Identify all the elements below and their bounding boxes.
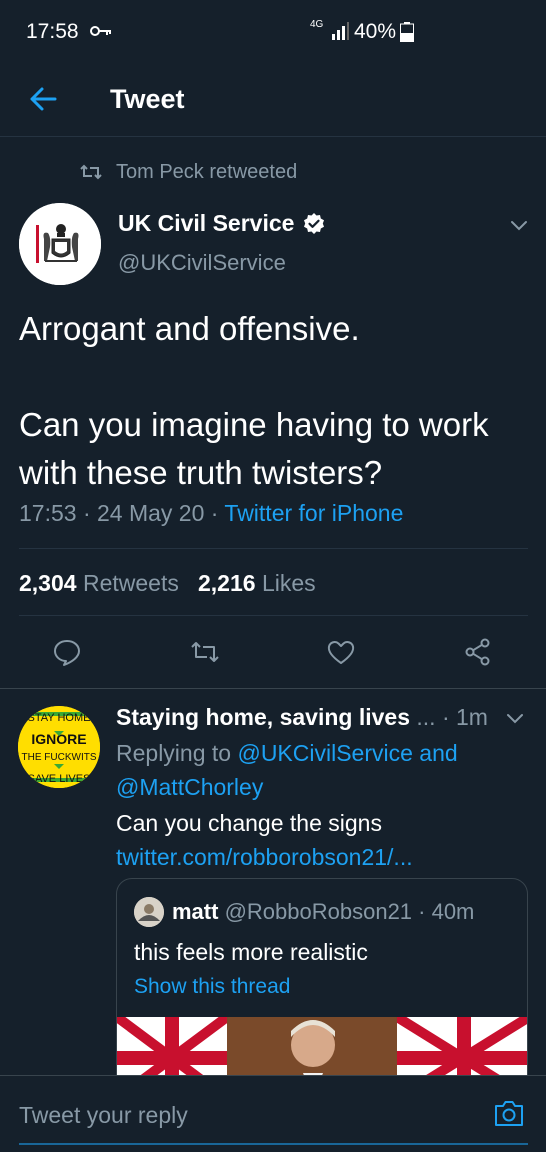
header-divider (0, 136, 546, 137)
app-header: Tweet (0, 64, 546, 136)
chevron-down-icon[interactable] (508, 216, 530, 234)
quoted-tweet[interactable]: matt @RobboRobson21 · 40m this feels mor… (116, 878, 528, 1098)
quote-author-name: matt (172, 899, 219, 924)
avatar-text-3: THE FUCKWITS (22, 752, 97, 763)
quote-author-meta: @RobboRobson21 · 40m (224, 899, 475, 924)
royal-crest-logo (19, 203, 101, 285)
reply-input-underline (19, 1143, 528, 1145)
author-name[interactable]: UK Civil Service (118, 210, 326, 237)
network-type: 4G (310, 19, 324, 30)
page-title: Tweet (110, 84, 185, 114)
reply-header: Staying home, saving lives ... · 1m (116, 704, 488, 731)
stats-divider (19, 615, 528, 616)
tweet-text: Arrogant and offensive. Can you imagine … (19, 305, 534, 497)
replying-to: Replying to @UKCivilService and @MattCho… (116, 736, 526, 804)
battery-percent: 40% (354, 20, 397, 43)
back-arrow-icon[interactable] (28, 84, 58, 114)
author-avatar[interactable] (19, 203, 101, 285)
quote-header: matt @RobboRobson21 · 40m (172, 899, 474, 925)
reply-compose-bar: Tweet your reply (0, 1075, 546, 1152)
reply-text: Can you change the signs twitter.com/rob… (116, 806, 413, 874)
author-handle[interactable]: @UKCivilService (118, 250, 286, 276)
tweet-meta: 17:53 · 24 May 20 · Twitter for iPhone (19, 500, 403, 527)
retweets-stat[interactable]: 2,304 Retweets (19, 570, 179, 596)
tweet-source-link[interactable]: Twitter for iPhone (224, 500, 403, 526)
reply-icon[interactable] (52, 637, 82, 667)
likes-label: Likes (261, 570, 316, 596)
replying-to-prefix: Replying to (116, 740, 238, 766)
vpn-key-icon (90, 26, 111, 36)
quote-author-avatar (134, 897, 164, 927)
tweet-timestamp: 17:53 · 24 May 20 · (19, 500, 225, 526)
avatar-text-1: STAY HOME (28, 712, 91, 724)
share-icon[interactable] (463, 637, 493, 667)
quote-text: this feels more realistic (134, 939, 368, 965)
status-time: 17:58 (26, 20, 79, 43)
reply-chevron-down-icon[interactable] (505, 710, 525, 726)
retweets-label: Retweets (82, 570, 179, 596)
tweet-text-spacer (19, 353, 534, 401)
retweeted-by[interactable]: Tom Peck retweeted (80, 158, 297, 186)
retweets-count: 2,304 (19, 570, 77, 596)
avatar-text-4: SAVE LIVES (28, 773, 91, 785)
retweeted-by-text: Tom Peck retweeted (116, 160, 298, 183)
reply-text-line: Can you change the signs (116, 810, 382, 836)
likes-stat[interactable]: 2,216 Likes (198, 570, 316, 596)
stay-home-sign-image: STAY HOME IGNORE THE FUCKWITS SAVE LIVES (18, 706, 100, 788)
show-thread-link[interactable]: Show this thread (134, 975, 290, 999)
author-name-text: UK Civil Service (118, 210, 295, 236)
like-heart-icon[interactable] (326, 637, 356, 667)
camera-icon[interactable] (493, 1098, 525, 1128)
retweet-small-icon (80, 164, 102, 180)
reply-author-name[interactable]: Staying home, saving lives (116, 704, 410, 730)
tweet-stats: 2,304 Retweets 2,216 Likes (19, 570, 316, 597)
reply-author-avatar[interactable]: STAY HOME IGNORE THE FUCKWITS SAVE LIVES (18, 706, 100, 788)
tweet-text-line-1: Arrogant and offensive. (19, 310, 360, 347)
reply-time: · 1m (441, 704, 488, 730)
meta-divider (19, 548, 528, 549)
tweet-text-line-2: Can you imagine having to work with thes… (19, 406, 489, 491)
status-bar: 17:58 4G 40% (0, 0, 546, 64)
retweet-icon[interactable] (190, 637, 220, 667)
likes-count: 2,216 (198, 570, 256, 596)
signal-icon (332, 22, 349, 40)
reply-name-ellipsis: ... (416, 704, 436, 730)
verified-badge-icon (304, 212, 325, 234)
reply-link[interactable]: twitter.com/robborobson21/... (116, 840, 413, 874)
reply-input[interactable]: Tweet your reply (19, 1102, 188, 1129)
battery-icon (400, 22, 414, 42)
section-divider (0, 688, 546, 689)
quote-avatar-image (134, 897, 164, 927)
